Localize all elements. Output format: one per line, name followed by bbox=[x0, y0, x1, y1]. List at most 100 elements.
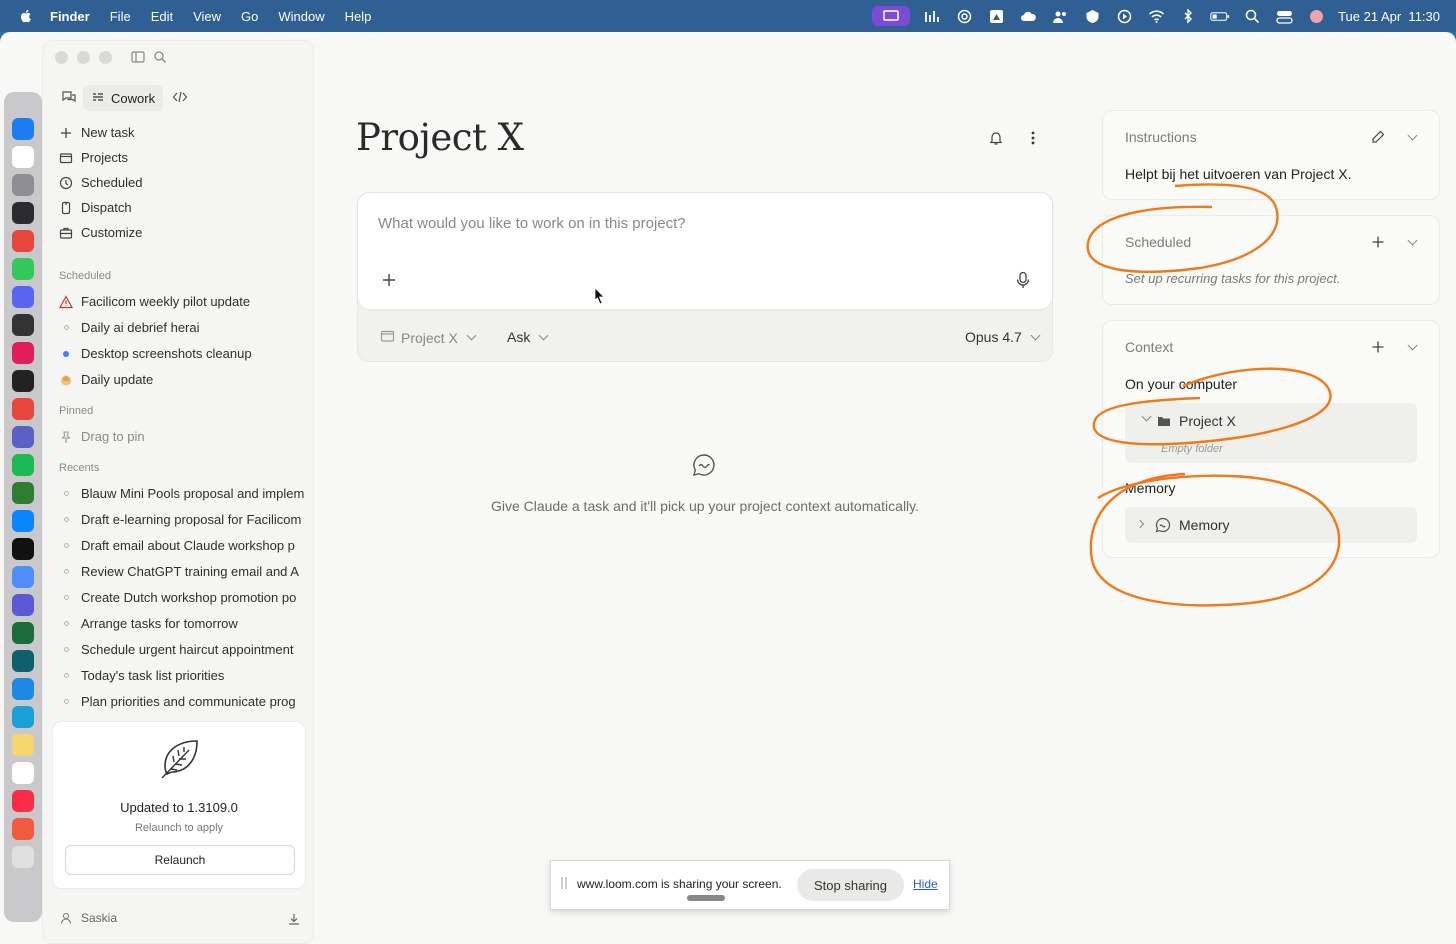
chevron-down-icon[interactable] bbox=[1401, 233, 1419, 251]
recent-item[interactable]: Schedule urgent haircut appointment bbox=[59, 642, 317, 657]
add-schedule-icon[interactable] bbox=[1369, 233, 1387, 251]
dock-app-icon[interactable] bbox=[12, 286, 34, 308]
memory-row[interactable]: Memory bbox=[1125, 507, 1417, 543]
recent-item[interactable]: Draft email about Claude workshop p bbox=[59, 538, 317, 553]
chevron-right-icon[interactable] bbox=[1135, 519, 1145, 529]
dock-app-icon[interactable] bbox=[12, 734, 34, 756]
sidebar-item-dispatch[interactable]: Dispatch bbox=[59, 200, 132, 215]
dock-app-icon[interactable] bbox=[12, 678, 34, 700]
recent-item[interactable]: Arrange tasks for tomorrow bbox=[59, 616, 317, 631]
menu-help[interactable]: Help bbox=[345, 9, 372, 24]
dock-app-icon[interactable] bbox=[12, 538, 34, 560]
shield-icon[interactable] bbox=[1082, 8, 1102, 24]
scheduled-item[interactable]: Facilicom weekly pilot update bbox=[59, 294, 250, 309]
screen-share-icon[interactable] bbox=[872, 6, 911, 26]
menu-file[interactable]: File bbox=[110, 9, 131, 24]
mode-select[interactable]: Ask bbox=[507, 329, 549, 345]
control-center-icon[interactable] bbox=[1274, 8, 1294, 24]
drive-icon[interactable] bbox=[986, 8, 1006, 24]
model-select[interactable]: Opus 4.7 bbox=[965, 329, 1041, 345]
dock-app-icon[interactable] bbox=[12, 482, 34, 504]
hide-link[interactable]: Hide bbox=[913, 877, 938, 891]
menu-edit[interactable]: Edit bbox=[151, 9, 173, 24]
relaunch-button[interactable]: Relaunch bbox=[65, 845, 295, 875]
battery-icon[interactable] bbox=[1210, 8, 1230, 24]
user-account[interactable]: Saskia bbox=[59, 911, 117, 925]
close-window-button[interactable] bbox=[55, 51, 68, 64]
dock-app-icon[interactable] bbox=[12, 622, 34, 644]
sidebar-item-customize[interactable]: Customize bbox=[59, 225, 142, 240]
profile-icon[interactable] bbox=[1306, 8, 1326, 24]
search-icon[interactable] bbox=[153, 50, 167, 69]
play-icon[interactable] bbox=[1114, 8, 1134, 24]
dock-app-icon[interactable] bbox=[12, 510, 34, 532]
scheduled-item[interactable]: Daily ai debrief herai bbox=[59, 320, 200, 335]
drag-handle[interactable] bbox=[561, 877, 567, 889]
menu-view[interactable]: View bbox=[193, 9, 221, 24]
cowork-mode-tab[interactable]: Cowork bbox=[83, 85, 164, 111]
chevron-down-icon[interactable] bbox=[1401, 128, 1419, 146]
dock-app-icon[interactable] bbox=[12, 762, 34, 784]
dock-app-icon[interactable] bbox=[12, 258, 34, 280]
dock-app-icon[interactable] bbox=[12, 790, 34, 812]
dock-app-icon[interactable] bbox=[12, 426, 34, 448]
add-context-icon[interactable] bbox=[1369, 338, 1387, 356]
project-select[interactable]: Project X bbox=[380, 329, 477, 346]
cloud-icon[interactable] bbox=[1018, 8, 1038, 24]
dock-app-icon[interactable] bbox=[12, 846, 34, 868]
dock-app-icon[interactable] bbox=[12, 566, 34, 588]
download-icon[interactable] bbox=[287, 912, 301, 931]
dock-app-icon[interactable] bbox=[12, 818, 34, 840]
dock-app-icon[interactable] bbox=[12, 706, 34, 728]
minimize-window-button[interactable] bbox=[77, 51, 90, 64]
dock-app-icon[interactable] bbox=[12, 454, 34, 476]
sidebar-item-projects[interactable]: Projects bbox=[59, 150, 128, 165]
scheduled-item[interactable]: Desktop screenshots cleanup bbox=[59, 346, 252, 361]
zoom-window-button[interactable] bbox=[99, 51, 112, 64]
menu-app-name[interactable]: Finder bbox=[50, 9, 90, 24]
sidebar-item-scheduled[interactable]: Scheduled bbox=[59, 175, 142, 190]
chat-mode-icon[interactable] bbox=[61, 89, 77, 110]
spiral-icon[interactable] bbox=[954, 8, 974, 24]
edit-pencil-icon[interactable] bbox=[1369, 128, 1387, 146]
dock-app-icon[interactable] bbox=[12, 370, 34, 392]
apple-icon[interactable] bbox=[18, 8, 34, 24]
dock-app-icon[interactable] bbox=[12, 594, 34, 616]
add-attachment-icon[interactable] bbox=[381, 272, 397, 293]
stop-sharing-button[interactable]: Stop sharing bbox=[797, 869, 904, 901]
dock-app-icon[interactable] bbox=[12, 118, 34, 140]
sidebar-item-new-task[interactable]: New task bbox=[59, 125, 134, 140]
recent-item[interactable]: Blauw Mini Pools proposal and implem bbox=[59, 486, 317, 501]
menu-clock[interactable]: Tue 21 Apr 11:30 bbox=[1338, 9, 1440, 24]
bell-icon[interactable] bbox=[988, 130, 1004, 151]
menu-window[interactable]: Window bbox=[278, 9, 324, 24]
dock-app-icon[interactable] bbox=[12, 398, 34, 420]
dock-app-icon[interactable] bbox=[12, 202, 34, 224]
recent-item[interactable]: Create Dutch workshop promotion po bbox=[59, 590, 317, 605]
chevron-down-icon[interactable] bbox=[1141, 411, 1152, 422]
people-icon[interactable] bbox=[1050, 8, 1070, 24]
dock-app-icon[interactable] bbox=[12, 650, 34, 672]
recent-item[interactable]: Plan priorities and communicate prog bbox=[59, 694, 317, 709]
more-options-icon[interactable] bbox=[1026, 130, 1040, 151]
dock-app-icon[interactable] bbox=[12, 342, 34, 364]
dock-app-icon[interactable] bbox=[12, 230, 34, 252]
dock-app-icon[interactable] bbox=[12, 314, 34, 336]
dock-app-icon[interactable] bbox=[12, 146, 34, 168]
wifi-icon[interactable] bbox=[1146, 8, 1166, 24]
scheduled-item[interactable]: Daily update bbox=[59, 372, 153, 387]
chevron-down-icon[interactable] bbox=[1401, 338, 1419, 356]
microphone-icon[interactable] bbox=[1015, 271, 1031, 294]
search-icon[interactable] bbox=[1242, 8, 1262, 24]
menu-go[interactable]: Go bbox=[241, 9, 258, 24]
sidebar-toggle-icon[interactable] bbox=[131, 50, 145, 69]
bluetooth-icon[interactable] bbox=[1178, 8, 1198, 24]
prompt-input[interactable]: What would you like to work on in this p… bbox=[358, 193, 1052, 309]
recent-item[interactable]: Today's task list priorities bbox=[59, 668, 317, 683]
dock-app-icon[interactable] bbox=[12, 174, 34, 196]
recent-item[interactable]: Draft e-learning proposal for Facilicom bbox=[59, 512, 317, 527]
folder-row[interactable]: Project X Empty folder bbox=[1125, 403, 1417, 463]
bar-chart-icon[interactable] bbox=[922, 8, 942, 24]
recent-item[interactable]: Review ChatGPT training email and A bbox=[59, 564, 317, 579]
code-mode-icon[interactable] bbox=[172, 89, 188, 110]
